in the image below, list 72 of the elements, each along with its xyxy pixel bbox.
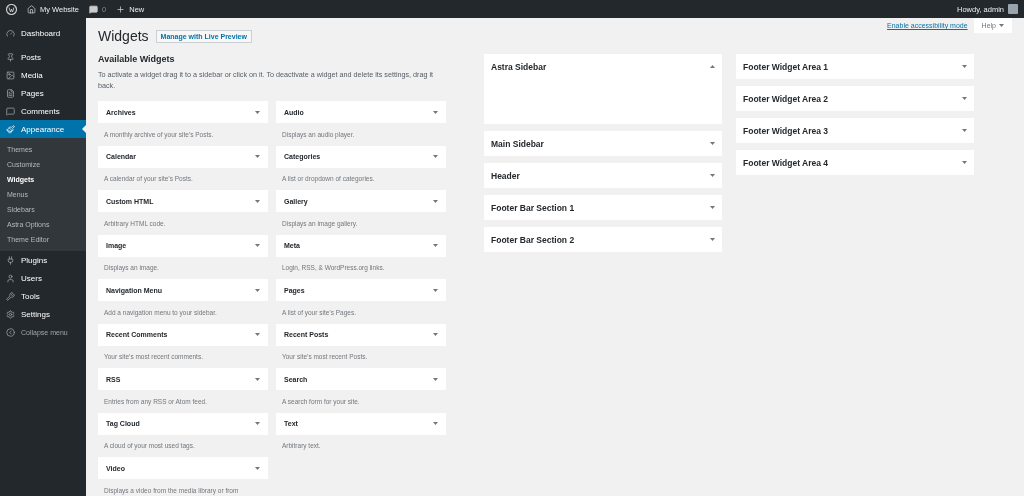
section-heading: Available Widgets xyxy=(98,54,176,64)
caret-icon[interactable] xyxy=(710,65,715,68)
caret-icon[interactable] xyxy=(255,377,260,381)
caret-icon[interactable] xyxy=(255,333,260,336)
home-icon[interactable] xyxy=(27,4,36,14)
caret-icon[interactable] xyxy=(255,110,260,114)
menu-item[interactable]: Pages xyxy=(0,84,86,102)
caret-icon[interactable] xyxy=(710,142,715,145)
caret-icon[interactable] xyxy=(255,288,260,292)
caret-icon[interactable] xyxy=(999,24,1004,27)
settings-icon xyxy=(6,309,15,319)
widget-area-title: Main Sidebar xyxy=(491,138,544,149)
page-title: Widgets xyxy=(98,28,149,44)
plus-icon[interactable] xyxy=(116,4,126,14)
widget-area-panel[interactable]: Header xyxy=(484,163,722,188)
menu-item[interactable]: Dashboard xyxy=(0,24,86,42)
caret-icon[interactable] xyxy=(962,161,967,164)
plug-icon xyxy=(6,255,15,265)
caret-icon[interactable] xyxy=(962,97,967,100)
caret-icon[interactable] xyxy=(710,174,715,177)
user-icon xyxy=(6,273,15,283)
widget-area-title: Footer Widget Area 3 xyxy=(743,125,829,136)
widget-area-title: Footer Bar Section 1 xyxy=(491,202,575,213)
menu-item[interactable]: Comments xyxy=(0,102,86,120)
widget-area-panel[interactable]: Footer Bar Section 1 xyxy=(484,195,722,220)
caret-icon[interactable] xyxy=(433,110,438,114)
menu-item[interactable]: Posts xyxy=(0,48,86,66)
wordpress-logo-icon[interactable] xyxy=(6,3,17,15)
caret-icon[interactable] xyxy=(962,65,967,68)
widget-area-title: Footer Widget Area 4 xyxy=(743,157,829,168)
menu-item[interactable]: Media xyxy=(0,66,86,84)
widget-area-title: Footer Bar Section 2 xyxy=(491,234,575,245)
widget-area-panel[interactable]: Footer Widget Area 2 xyxy=(736,86,974,111)
caret-icon[interactable] xyxy=(710,206,715,209)
widget-area-panel[interactable]: Footer Bar Section 2 xyxy=(484,227,722,252)
caret-icon[interactable] xyxy=(962,129,967,132)
menu-item[interactable]: Appearance xyxy=(0,120,86,138)
widget-area-panel[interactable]: Footer Widget Area 1 xyxy=(736,54,974,79)
widget-area-panel[interactable]: Main Sidebar xyxy=(484,131,722,156)
comment-icon[interactable] xyxy=(89,4,99,14)
menu-item[interactable]: Settings xyxy=(0,305,86,323)
paintbrush-icon xyxy=(6,124,15,134)
caret-icon[interactable] xyxy=(255,155,260,158)
pin-icon xyxy=(6,52,15,62)
caret-icon[interactable] xyxy=(255,199,260,203)
caret-icon[interactable] xyxy=(710,238,715,241)
caret-icon[interactable] xyxy=(255,466,260,470)
menu-item[interactable]: Tools xyxy=(0,287,86,305)
caret-icon[interactable] xyxy=(433,333,438,336)
page-icon xyxy=(6,88,15,98)
widget-area-panel[interactable]: Astra Sidebar xyxy=(484,54,722,124)
gauge-icon xyxy=(6,28,15,38)
widget-area-panel[interactable]: Footer Widget Area 4 xyxy=(736,150,974,175)
menu-item[interactable]: Users xyxy=(0,269,86,287)
speech-bubble-icon xyxy=(6,106,15,116)
menu-item[interactable]: Plugins xyxy=(0,251,86,269)
caret-icon[interactable] xyxy=(255,244,260,247)
widget-area-title: Astra Sidebar xyxy=(491,61,547,72)
caret-icon[interactable] xyxy=(255,422,260,425)
collapse-icon xyxy=(6,327,15,337)
caret-icon[interactable] xyxy=(433,288,438,292)
caret-icon[interactable] xyxy=(433,155,438,158)
caret-icon[interactable] xyxy=(433,199,438,203)
widget-area-title: Footer Widget Area 2 xyxy=(743,93,829,104)
media-icon xyxy=(6,70,15,80)
caret-icon[interactable] xyxy=(433,422,438,425)
widget-area-panel[interactable]: Footer Widget Area 3 xyxy=(736,118,974,143)
caret-icon[interactable] xyxy=(433,244,438,247)
widget-area-title: Header xyxy=(491,170,520,181)
widget-area-title: Footer Widget Area 1 xyxy=(743,61,829,72)
wrench-icon xyxy=(6,291,15,301)
caret-icon[interactable] xyxy=(433,377,438,381)
